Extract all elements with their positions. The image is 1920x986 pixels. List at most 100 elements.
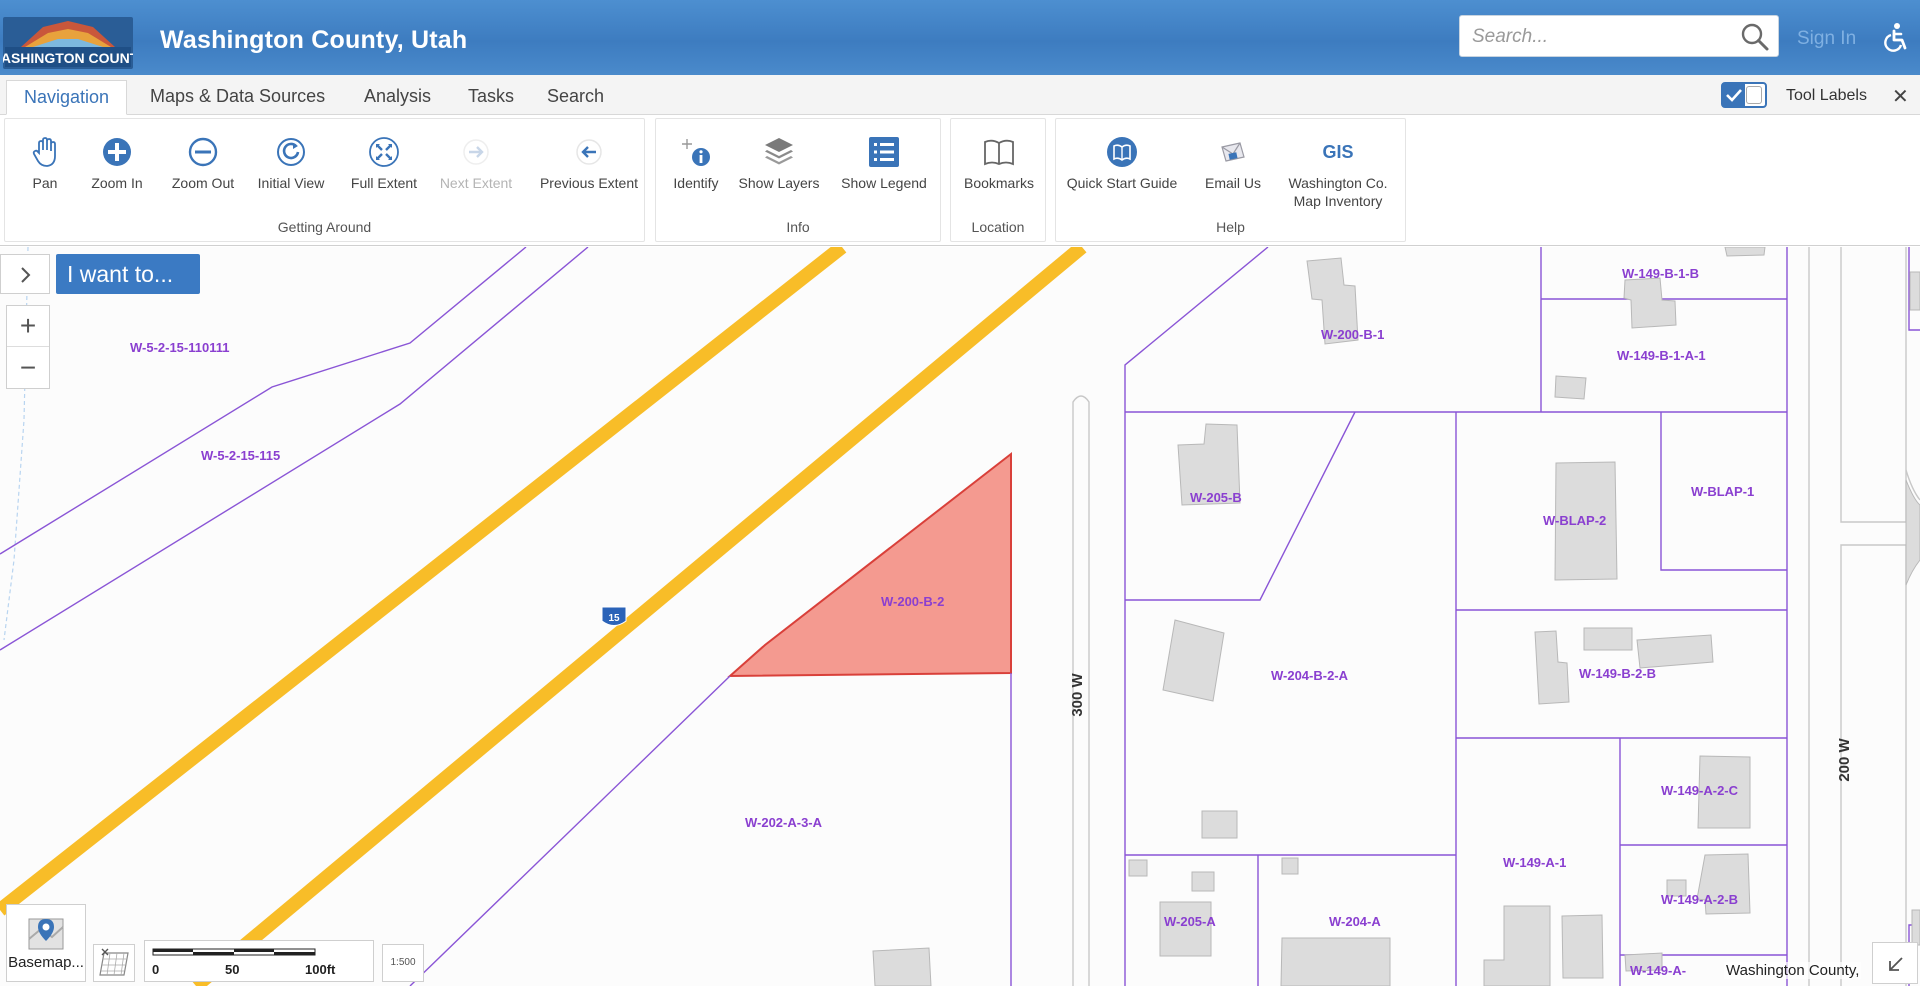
map-inventory-button[interactable]: GIS Washington Co. Map Inventory [1278,135,1398,210]
hand-icon [32,137,56,167]
parcel-label: W-149-B-1-B [1622,266,1699,281]
tab-analysis[interactable]: Analysis [347,80,448,115]
scale-tick-label: 50 [225,962,240,977]
tab-tasks[interactable]: Tasks [451,80,531,115]
parcel-lines-west [0,247,589,651]
previous-extent-button[interactable]: Previous Extent [537,135,641,192]
check-icon [1723,84,1745,106]
parcel-label: W-149-A-2-C [1661,783,1739,798]
parcel-label: W-149-A- [1630,963,1686,978]
close-ribbon-icon[interactable]: ✕ [1892,84,1909,109]
toggle-knob [1746,86,1762,104]
parcel-label: W-BLAP-2 [1543,513,1606,528]
map-zoom-control: + − [6,305,50,389]
parcel-label: W-205-B [1190,490,1242,505]
parcel-label: W-149-A-1 [1503,855,1566,870]
map-view[interactable]: 15 300 W 200 W W-5-2-15-110111 W-5-2-15-… [0,247,1920,986]
highway-shield: 15 [601,606,627,626]
email-icon [1221,142,1245,162]
parcel-label: W-149-A-2-B [1661,892,1738,907]
next-extent-icon [463,139,489,165]
show-layers-button[interactable]: Show Layers [738,135,820,192]
scale-input-button[interactable]: 1:500 [382,944,424,982]
app-header: WASHINGTON COUNTY Washington County, Uta… [0,0,1920,75]
zoom-out-button[interactable]: Zoom Out [163,135,243,192]
overview-map-button[interactable] [93,944,135,982]
road-label-300w: 300 W [1069,672,1086,716]
parcel-label: W-205-A [1164,914,1216,929]
basemap-label: Basemap... [8,954,84,971]
zoom-in-icon [103,138,131,166]
legend-icon [869,137,899,167]
parcel-label: W-5-2-15-115 [201,448,280,463]
parcel-label: W-200-B-2 [881,594,944,609]
sign-in-link[interactable]: Sign In [1797,28,1856,50]
map-attribution: Washington County, [1724,962,1862,979]
initial-view-button[interactable]: Initial View [251,135,331,192]
i-want-to-button[interactable]: I want to... [56,254,200,294]
group-getting-around: Pan Zoom In Zoom Out Initial View Full E… [4,118,645,242]
tab-bar: Navigation Maps & Data Sources Analysis … [0,75,1920,115]
parcel-label: W-202-A-3-A [745,815,823,830]
initial-view-icon [277,138,305,166]
building-footprints [872,247,1920,986]
app-root: WASHINGTON COUNTY Washington County, Uta… [0,0,1920,986]
search-input[interactable] [1472,25,1722,49]
identify-icon [682,139,710,166]
county-logo[interactable]: WASHINGTON COUNTY [3,17,133,69]
group-label-help: Help [1216,219,1245,235]
search-box [1459,15,1779,57]
parcel-label: W-BLAP-1 [1691,484,1754,499]
tool-labels-toggle[interactable] [1721,82,1767,108]
svg-text:GIS: GIS [1322,142,1353,162]
group-location: Bookmarks Location [950,118,1046,242]
ribbon-toolbar: Pan Zoom In Zoom Out Initial View Full E… [0,116,1920,246]
scale-bar: 0 50 100ft [144,940,374,982]
scale-bar-graphic [152,948,316,956]
parcel-label: W-204-B-2-A [1271,668,1349,683]
collapse-attribution-button[interactable] [1872,942,1918,984]
map-zoom-in-button[interactable]: + [7,306,49,347]
previous-extent-icon [576,139,602,165]
svg-text:WASHINGTON COUNTY: WASHINGTON COUNTY [3,50,133,66]
chevron-right-icon [21,267,31,283]
map-zoom-out-button[interactable]: − [7,348,49,389]
basemap-button[interactable]: Basemap... [6,904,86,982]
quick-start-guide-button[interactable]: Quick Start Guide [1064,135,1180,192]
parcel-label: W-204-A [1329,914,1381,929]
arrow-corner-icon [1889,957,1903,971]
tab-search[interactable]: Search [530,80,621,115]
next-extent-button[interactable]: Next Extent [436,135,516,192]
parcel-label: W-5-2-15-110111 [130,340,229,355]
selected-parcel[interactable] [727,451,1012,678]
zoom-out-icon [188,137,218,167]
basemap-icon [28,918,64,950]
show-legend-button[interactable]: Show Legend [836,135,932,192]
tab-maps-data-sources[interactable]: Maps & Data Sources [133,80,342,115]
group-info: Identify Show Layers Show Legend Info [655,118,941,242]
parcel-label: W-149-B-1-A-1 [1617,348,1706,363]
accessibility-icon[interactable] [1880,22,1910,52]
scale-tick-label: 0 [152,962,160,977]
bookmarks-button[interactable]: Bookmarks [959,135,1039,192]
identify-button[interactable]: Identify [666,135,726,192]
svg-text:15: 15 [608,613,620,624]
search-icon[interactable] [1740,22,1770,52]
gis-icon: GIS [1322,142,1353,162]
tool-labels-label: Tool Labels [1786,87,1867,104]
pan-button[interactable]: Pan [15,135,75,192]
full-extent-button[interactable]: Full Extent [344,135,424,192]
tab-navigation[interactable]: Navigation [6,80,128,115]
email-us-button[interactable]: Email Us [1192,135,1274,192]
bookmark-icon [984,139,1014,166]
expand-panel-button[interactable] [0,254,50,294]
group-help: Quick Start Guide Email Us GIS Washingto… [1055,118,1406,242]
quick-start-icon [1107,137,1137,167]
road-label-200w: 200 W [1836,737,1853,781]
overview-map-icon [99,948,129,976]
layers-icon [765,138,793,165]
group-label-getting-around: Getting Around [277,219,372,235]
zoom-in-button[interactable]: Zoom In [82,135,152,192]
map-canvas[interactable]: 15 300 W 200 W W-5-2-15-110111 W-5-2-15-… [0,247,1920,986]
group-label-location: Location [971,219,1025,235]
